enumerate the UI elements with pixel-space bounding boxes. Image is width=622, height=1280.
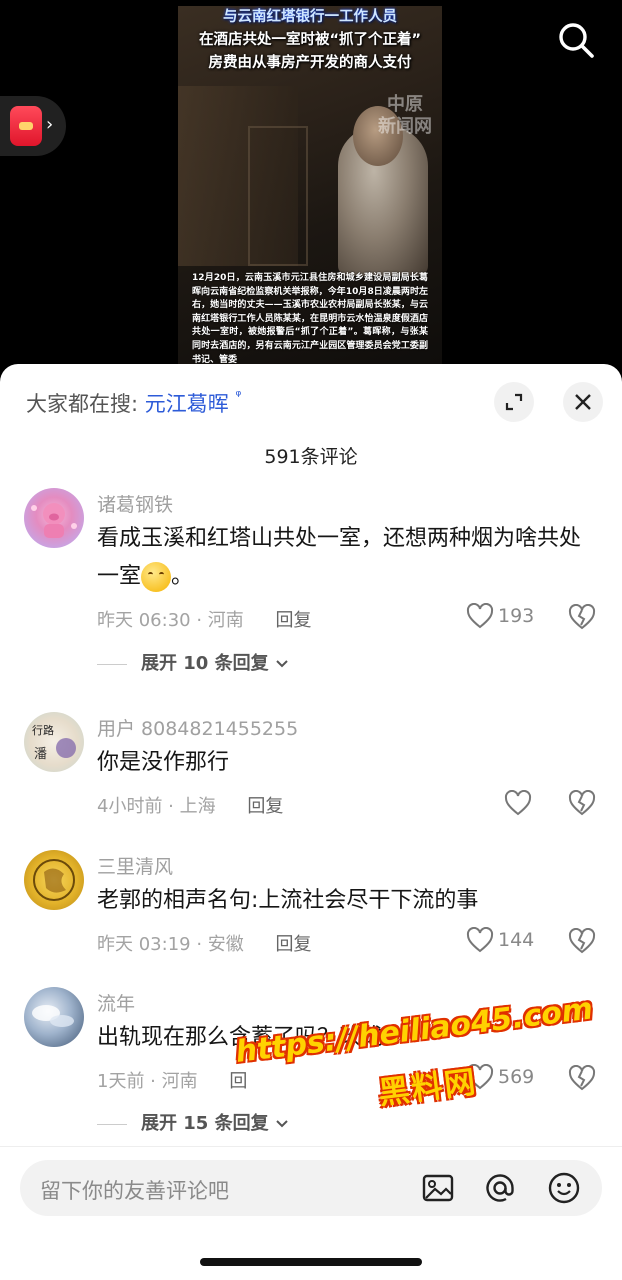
comment-username[interactable]: 三里清风 <box>97 852 173 879</box>
heart-icon <box>466 603 494 629</box>
comment-sheet: 大家都在搜: 元江葛晖 ᵠ 591条评论 <box>0 364 622 1280</box>
video-frame[interactable]: 与云南红塔银行一工作人员 在酒店共处一室时被“抓了个正着” 房费由从事房产开发的… <box>178 6 442 364</box>
avatar[interactable] <box>24 987 84 1047</box>
trending-search-prefix: 大家都在搜: <box>26 392 139 416</box>
video-title-line-2: 在酒店共处一室时被“抓了个正着” <box>198 32 422 48</box>
news-watermark: 中原 新闻网 <box>378 94 432 138</box>
broken-heart-icon[interactable] <box>568 604 596 630</box>
reply-button[interactable]: 回复 <box>276 610 312 631</box>
chevron-down-icon <box>276 660 288 668</box>
like-count: 569 <box>498 1066 535 1088</box>
comment-text: 看成玉溪和红塔山共处一室，还想两种烟为啥共处一室。 <box>97 520 597 596</box>
comment-meta: 4小时前 · 上海 回复 <box>97 792 283 818</box>
comment-text-end: 。 <box>171 564 194 589</box>
heart-icon[interactable] <box>504 790 532 816</box>
comment-text: 老郭的相声名句:上流社会尽干下流的事 <box>97 888 479 913</box>
comment-text: 你是没作那行 <box>97 750 230 775</box>
like-button[interactable]: 193 <box>466 603 534 629</box>
video-caption: 12月20日，云南玉溪市元江县住房和城乡建设局副局长葛晖向云南省纪检监察机关举报… <box>192 273 428 364</box>
video-title-overlay: 与云南红塔银行一工作人员 在酒店共处一室时被“抓了个正着” 房费由从事房产开发的… <box>178 6 442 75</box>
broken-heart-icon[interactable] <box>568 790 596 816</box>
svg-text:行路: 行路 <box>32 724 54 737</box>
avatar-calligraphy-icon: 行路 潘 <box>32 724 76 762</box>
avatar-sky-icon <box>32 1005 74 1027</box>
comment-username[interactable]: 用户 8084821455255 <box>97 714 298 741</box>
scene-door <box>248 126 308 266</box>
expand-replies-button[interactable]: 展开 10 条回复 <box>97 649 289 675</box>
at-mention-icon[interactable] <box>482 1170 518 1206</box>
divider-line <box>97 663 127 665</box>
reply-button[interactable]: 回复 <box>276 934 312 955</box>
chevron-down-icon <box>276 1120 288 1128</box>
expand-replies-button[interactable]: 展开 15 条回复 <box>97 1109 289 1135</box>
red-packet-button[interactable]: › <box>0 96 66 156</box>
comment-input[interactable]: 留下你的友善评论吧 <box>20 1160 602 1216</box>
home-indicator[interactable] <box>200 1258 422 1266</box>
comment-meta: 1天前 · 河南 回 <box>97 1067 247 1093</box>
expand-sheet-button[interactable] <box>494 382 534 422</box>
red-packet-icon <box>10 106 42 146</box>
video-title-line-3: 房费由从事房产开发的商人支付 <box>208 55 412 71</box>
news-watermark-line-2: 新闻网 <box>378 116 432 137</box>
video-player[interactable]: 与云南红塔银行一工作人员 在酒店共处一室时被“抓了个正着” 房费由从事房产开发的… <box>0 0 622 380</box>
news-watermark-line-1: 中原 <box>387 94 423 115</box>
expand-replies-label: 展开 15 条回复 <box>141 1113 269 1134</box>
avatar-pig-icon <box>31 503 77 538</box>
comment-time-location: 昨天 03:19 · 安徽 <box>97 934 244 955</box>
close-sheet-button[interactable] <box>563 382 603 422</box>
reply-button[interactable]: 回 <box>229 1071 247 1092</box>
like-button[interactable]: 144 <box>466 927 534 953</box>
avatar[interactable]: 行路 潘 <box>24 712 84 772</box>
close-icon <box>575 394 591 410</box>
broken-heart-icon[interactable] <box>568 1065 596 1091</box>
trending-search-term[interactable]: 元江葛晖 <box>145 392 229 416</box>
comment-time-location: 昨天 06:30 · 河南 <box>97 610 244 631</box>
search-small-icon: ᵠ <box>235 388 242 404</box>
divider <box>0 1146 622 1147</box>
search-icon[interactable] <box>556 20 596 60</box>
broken-heart-icon[interactable] <box>568 928 596 954</box>
avatar[interactable] <box>24 850 84 910</box>
avatar-seal-icon <box>33 859 75 901</box>
heart-icon <box>466 927 494 953</box>
svg-text:潘: 潘 <box>34 747 47 762</box>
divider-line <box>97 1123 127 1125</box>
avatar[interactable] <box>24 488 84 548</box>
trending-search[interactable]: 大家都在搜: 元江葛晖 ᵠ <box>26 388 241 418</box>
laughing-emoji-icon <box>141 562 172 592</box>
comment-count: 591条评论 <box>264 446 358 468</box>
like-count: 193 <box>498 605 535 627</box>
image-icon[interactable] <box>420 1170 456 1206</box>
comment-username[interactable]: 流年 <box>97 989 135 1016</box>
emoji-icon[interactable] <box>546 1170 582 1206</box>
like-count: 144 <box>498 929 535 951</box>
chevron-right-icon: › <box>46 114 54 135</box>
comment-meta: 昨天 03:19 · 安徽 回复 <box>97 930 312 956</box>
expand-icon <box>505 393 523 411</box>
comment-time-location: 4小时前 · 上海 <box>97 796 216 817</box>
comment-time-location: 1天前 · 河南 <box>97 1071 198 1092</box>
reply-button[interactable]: 回复 <box>247 796 283 817</box>
expand-replies-label: 展开 10 条回复 <box>141 653 269 674</box>
comment-input-placeholder: 留下你的友善评论吧 <box>40 1179 229 1203</box>
video-title-line-1: 与云南红塔银行一工作人员 <box>223 9 397 25</box>
comment-meta: 昨天 06:30 · 河南 回复 <box>97 606 312 632</box>
comment-username[interactable]: 诸葛钢铁 <box>97 490 173 517</box>
